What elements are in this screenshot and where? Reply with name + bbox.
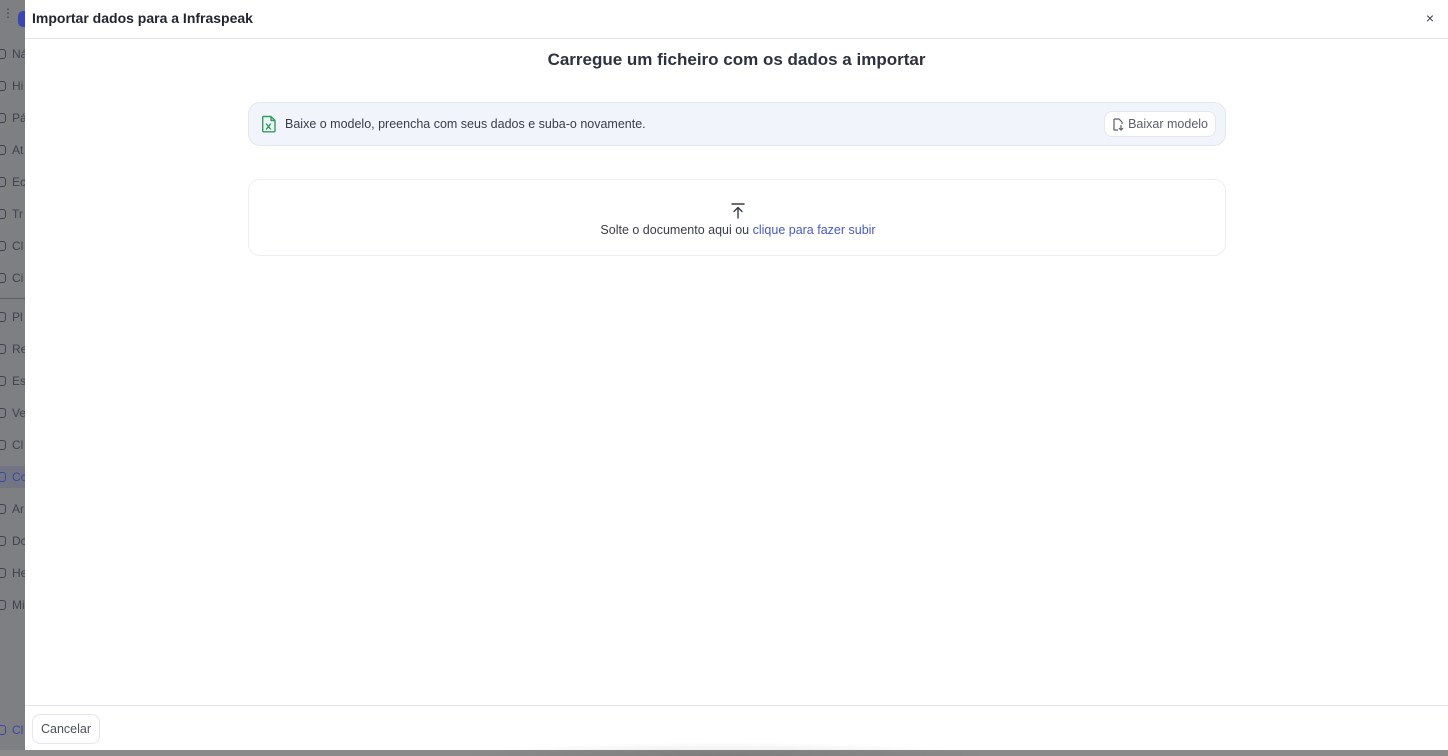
nav-icon [0, 49, 6, 59]
nav-icon [0, 536, 6, 546]
sidebar-item: Ve [0, 403, 25, 423]
nav-icon [0, 725, 6, 735]
upload-heading: Carregue um ficheiro com os dados a impo… [547, 50, 926, 69]
nav-icon [0, 376, 6, 386]
nav-icon [0, 113, 6, 123]
modal-title: Importar dados para a Infraspeak [32, 10, 253, 26]
modal-footer: Cancelar [25, 705, 1448, 756]
file-dropzone[interactable]: Solte o documento aqui ou clique para fa… [248, 179, 1226, 256]
sidebar-item: Ar [0, 499, 25, 519]
sidebar-item: He [0, 563, 25, 583]
app-logo [18, 11, 25, 27]
sidebar-item: Es [0, 371, 25, 391]
sidebar-item-active: Cc [0, 467, 25, 487]
cancel-button[interactable]: Cancelar [32, 714, 101, 744]
template-banner: Baixe o modelo, preencha com seus dados … [248, 102, 1226, 146]
upload-icon [730, 202, 746, 220]
sidebar-item-bottom: Cl [0, 720, 25, 740]
file-download-icon [1112, 117, 1124, 131]
nav-icon [0, 344, 6, 354]
excel-file-icon [261, 115, 277, 133]
nav-icon [0, 81, 6, 91]
sidebar-item: At [0, 140, 25, 160]
nav-icon [0, 408, 6, 418]
modal-header: Importar dados para a Infraspeak × [25, 0, 1448, 39]
nav-icon [0, 568, 6, 578]
nav-icon [0, 145, 6, 155]
template-instructions: Baixe o modelo, preencha com seus dados … [285, 117, 646, 131]
nav-icon [0, 472, 6, 482]
nav-icon [0, 241, 6, 251]
nav-icon [0, 312, 6, 322]
sidebar-item: Ec [0, 172, 25, 192]
background-sidebar: ⋮ Ná Hi Pá At Ec Tr Cl Ci Pl Re Es Ve Cl… [0, 0, 25, 750]
nav-icon [0, 504, 6, 514]
dropzone-text: Solte o documento aqui ou clique para fa… [249, 223, 1227, 237]
sidebar-item: Ci [0, 268, 25, 288]
nav-icon [0, 600, 6, 610]
sidebar-item: Mi [0, 595, 25, 615]
sidebar-divider [0, 298, 25, 299]
nav-icon [0, 273, 6, 283]
sidebar-item: Re [0, 339, 25, 359]
sidebar-item: Pl [0, 307, 25, 327]
nav-icon [0, 440, 6, 450]
download-template-label: Baixar modelo [1128, 117, 1208, 131]
sidebar-item: Pá [0, 108, 25, 128]
menu-dots-icon: ⋮ [2, 6, 14, 20]
sidebar-item: Cl [0, 435, 25, 455]
dropzone-instructions: Solte o documento aqui ou [600, 223, 753, 237]
sidebar-item: Cl [0, 236, 25, 256]
nav-icon [0, 209, 6, 219]
sidebar-item: Hi [0, 76, 25, 96]
footer-shadow [455, 742, 995, 756]
download-template-button[interactable]: Baixar modelo [1104, 111, 1216, 137]
sidebar-item: Ná [0, 44, 25, 64]
sidebar-item: Tr [0, 204, 25, 224]
nav-icon [0, 177, 6, 187]
close-icon[interactable]: × [1422, 10, 1438, 26]
click-to-upload-link[interactable]: clique para fazer subir [753, 223, 876, 237]
sidebar-item: Dc [0, 531, 25, 551]
import-modal: Importar dados para a Infraspeak × Carre… [25, 0, 1448, 756]
